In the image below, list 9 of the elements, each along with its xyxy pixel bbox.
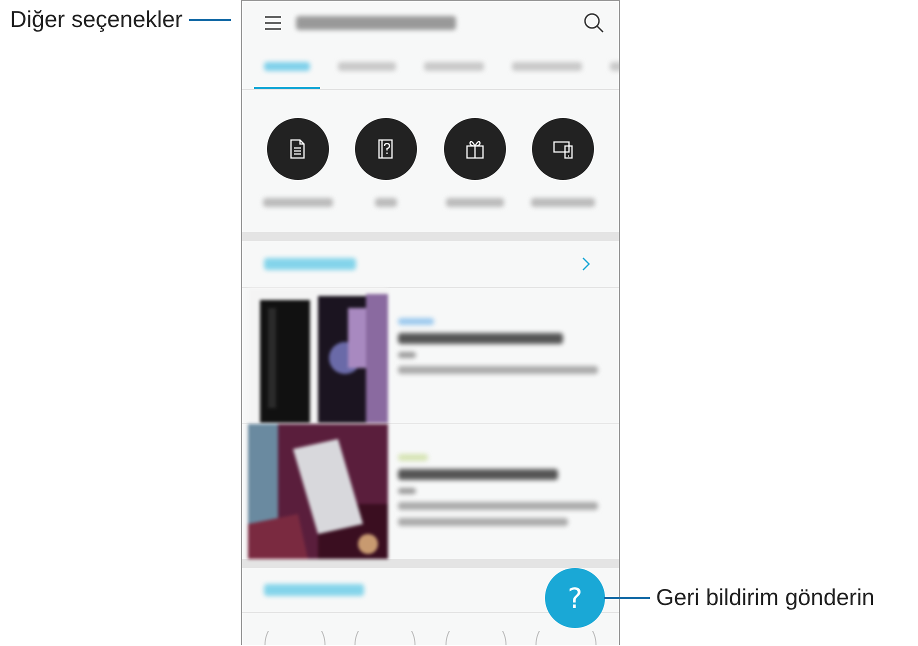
menu-button[interactable] xyxy=(264,14,282,31)
search-button[interactable] xyxy=(583,12,605,34)
leader-line xyxy=(604,596,650,598)
chevron-right-icon xyxy=(581,256,591,272)
search-icon xyxy=(583,12,605,34)
callout-label: Geri bildirim gönderin xyxy=(656,584,875,611)
leader-line xyxy=(188,18,231,20)
callout-label: Diğer seçenekler xyxy=(10,6,183,33)
menu-icon xyxy=(264,14,282,31)
